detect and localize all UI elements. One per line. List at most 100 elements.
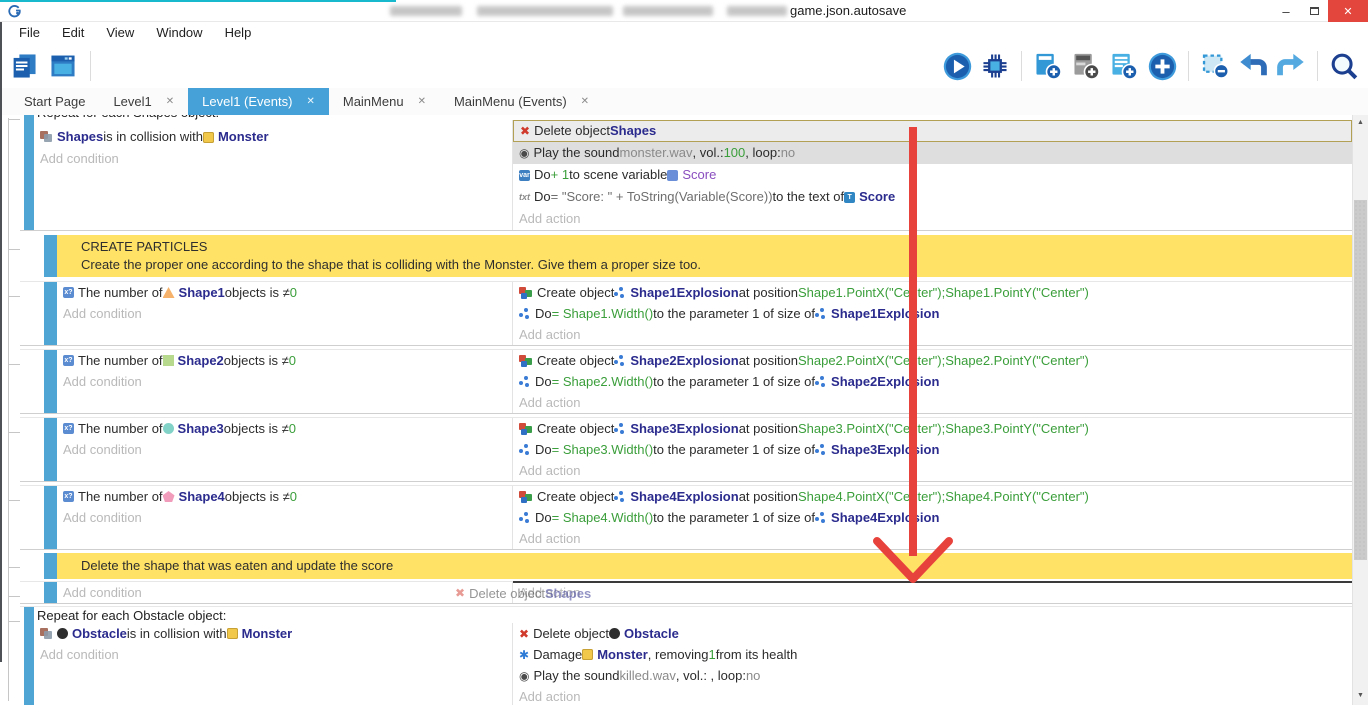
action-row[interactable]: Create object Shape3Explosion at positio… <box>513 418 1352 439</box>
text-segment: Shape1Explosion <box>630 282 738 303</box>
action-row[interactable]: Do = Shape4.Width() to the parameter 1 o… <box>513 507 1352 528</box>
event-selection-bar[interactable] <box>44 582 57 603</box>
redacted-title-segment <box>727 6 787 16</box>
debug-icon[interactable] <box>979 50 1011 82</box>
scroll-down-icon[interactable]: ▼ <box>1353 688 1368 704</box>
menu-edit[interactable]: Edit <box>51 22 95 44</box>
add-action[interactable]: Add action <box>513 528 1352 549</box>
scroll-up-icon[interactable]: ▲ <box>1353 115 1368 131</box>
play-icon[interactable] <box>941 50 973 82</box>
text-segment: Delete object <box>469 586 545 601</box>
condition-row[interactable]: x?The number of Shape3 objects is ≠ 0 <box>57 418 512 439</box>
event-shape3[interactable]: x?The number of Shape3 objects is ≠ 0 Ad… <box>20 417 1352 482</box>
tab-close-icon[interactable]: ✕ <box>418 96 426 107</box>
scrollbar-thumb[interactable] <box>1354 200 1367 560</box>
event-repeat-shapes[interactable]: Repeat for each Shapes object: Shapes is… <box>20 115 1352 231</box>
scene-window-icon[interactable] <box>47 50 79 82</box>
add-condition[interactable]: Add condition <box>57 582 512 603</box>
redo-icon[interactable] <box>1275 50 1307 82</box>
condition-row[interactable]: x?The number of Shape2 objects is ≠ 0 <box>57 350 512 371</box>
text-segment: = Shape4.Width() <box>552 507 654 528</box>
tab-level1[interactable]: Level1✕ <box>99 88 188 115</box>
event-repeat-obstacle[interactable]: Repeat for each Obstacle object: Obstacl… <box>20 606 1352 705</box>
action-row[interactable]: Do = Shape1.Width() to the parameter 1 o… <box>513 303 1352 324</box>
event-selection-bar[interactable] <box>44 350 57 413</box>
minimize-button[interactable]: – <box>1272 0 1300 22</box>
add-subevent-icon[interactable] <box>1070 50 1102 82</box>
action-row[interactable]: ✱Damage Monster, removing 1 from its hea… <box>513 644 1352 665</box>
add-action[interactable]: Add action <box>513 392 1352 413</box>
add-action[interactable]: Add action <box>513 324 1352 345</box>
tab-close-icon[interactable]: ✕ <box>306 96 314 107</box>
menu-window[interactable]: Window <box>145 22 213 44</box>
tab-level1-events[interactable]: Level1 (Events)✕ <box>188 88 329 115</box>
add-circle-icon[interactable] <box>1146 50 1178 82</box>
maximize-button[interactable] <box>1300 0 1328 22</box>
action-row[interactable]: Do = Shape2.Width() to the parameter 1 o… <box>513 371 1352 392</box>
project-manager-icon[interactable] <box>8 50 40 82</box>
add-event-icon[interactable] <box>1032 50 1064 82</box>
redacted-title-segment <box>623 6 713 16</box>
tab-close-icon[interactable]: ✕ <box>581 96 589 107</box>
add-condition[interactable]: Add condition <box>57 371 512 392</box>
text-segment: at position <box>739 350 798 371</box>
tab-close-icon[interactable]: ✕ <box>166 96 174 107</box>
menu-help[interactable]: Help <box>214 22 263 44</box>
menu-view[interactable]: View <box>95 22 145 44</box>
action-row[interactable]: Do = Shape3.Width() to the parameter 1 o… <box>513 439 1352 460</box>
text-segment: Delete object <box>533 623 609 644</box>
menu-file[interactable]: File <box>8 22 51 44</box>
text-segment: killed.wav <box>620 665 676 686</box>
add-condition[interactable]: Add condition <box>34 644 512 665</box>
gdevelop-logo-icon <box>7 3 22 23</box>
tab-mainmenu-events[interactable]: MainMenu (Events)✕ <box>440 88 603 115</box>
event-selection-bar[interactable] <box>44 553 57 579</box>
vertical-scrollbar[interactable]: ▲ ▼ <box>1352 115 1368 705</box>
event-selection-bar[interactable] <box>44 486 57 549</box>
tab-start-page[interactable]: Start Page <box>10 88 99 115</box>
event-selection-bar[interactable] <box>44 282 57 345</box>
event-selection-bar[interactable] <box>24 607 34 705</box>
action-row[interactable]: ✖Delete object Shapes <box>513 120 1352 142</box>
action-row[interactable]: Create object Shape4Explosion at positio… <box>513 486 1352 507</box>
add-action[interactable]: Add action <box>513 582 1352 603</box>
add-condition[interactable]: Add condition <box>57 507 512 528</box>
add-condition[interactable]: Add condition <box>57 303 512 324</box>
add-condition[interactable]: Add condition <box>57 439 512 460</box>
comment-create-particles[interactable]: CREATE PARTICLES Create the proper one a… <box>20 235 1352 277</box>
event-drop-target[interactable]: Add condition Add action ✖Delete object … <box>20 581 1352 604</box>
sound-icon: ◉ <box>519 147 529 159</box>
action-row[interactable]: Create object Shape2Explosion at positio… <box>513 350 1352 371</box>
event-shape4[interactable]: x?The number of Shape4 objects is ≠ 0 Ad… <box>20 485 1352 550</box>
action-row[interactable]: ◉Play the sound killed.wav, vol.: , loop… <box>513 665 1352 686</box>
search-icon[interactable] <box>1328 50 1360 82</box>
event-shape1[interactable]: x?The number of Shape1 objects is ≠ 0 Ad… <box>20 281 1352 346</box>
event-selection-bar[interactable] <box>24 115 34 230</box>
condition-row[interactable]: x?The number of Shape1 objects is ≠ 0 <box>57 282 512 303</box>
action-row[interactable]: txtDo = "Score: " + ToString(Variable(Sc… <box>513 186 1352 208</box>
action-row[interactable]: Create object Shape1Explosion at positio… <box>513 282 1352 303</box>
remove-event-icon[interactable] <box>1199 50 1231 82</box>
comment-delete-shape[interactable]: Delete the shape that was eaten and upda… <box>20 553 1352 579</box>
action-row[interactable]: ✖Delete object Obstacle <box>513 623 1352 644</box>
condition-row[interactable]: Obstacle is in collision with Monster <box>34 623 512 644</box>
add-comment-icon[interactable] <box>1108 50 1140 82</box>
action-row[interactable]: ◉Play the sound monster.wav, vol.: 100, … <box>513 142 1352 164</box>
add-action[interactable]: Add action <box>513 460 1352 481</box>
text-segment: Shapes <box>545 586 591 601</box>
condition-row[interactable]: Shapes is in collision with Monster <box>34 126 512 148</box>
add-condition[interactable]: Add condition <box>34 148 512 170</box>
comment-line: Create the proper one according to the s… <box>81 256 1342 274</box>
event-selection-bar[interactable] <box>44 418 57 481</box>
condition-row[interactable]: x?The number of Shape4 objects is ≠ 0 <box>57 486 512 507</box>
add-action[interactable]: Add action <box>513 208 1352 230</box>
action-row[interactable]: varDo + 1 to scene variable Score <box>513 164 1352 186</box>
close-button[interactable]: ✕ <box>1328 0 1368 22</box>
text-segment: objects is ≠ <box>224 418 289 439</box>
text-segment: 100 <box>724 142 746 164</box>
undo-icon[interactable] <box>1237 50 1269 82</box>
event-shape2[interactable]: x?The number of Shape2 objects is ≠ 0 Ad… <box>20 349 1352 414</box>
event-selection-bar[interactable] <box>44 235 57 277</box>
tab-mainmenu[interactable]: MainMenu✕ <box>329 88 440 115</box>
add-action[interactable]: Add action <box>513 686 1352 705</box>
